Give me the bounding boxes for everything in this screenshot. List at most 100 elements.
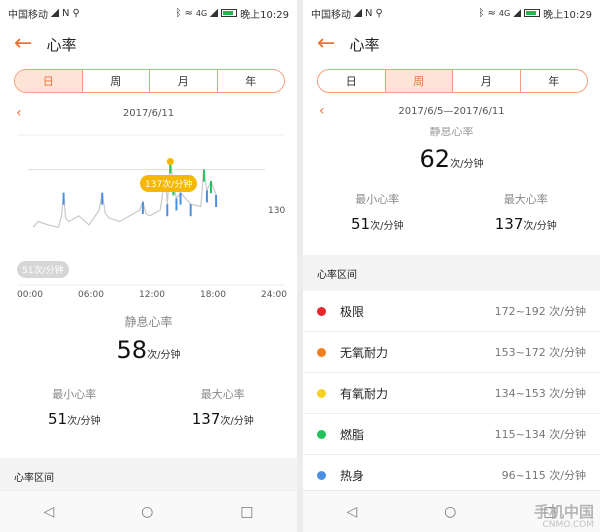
max-hr-block: 最大心率 137次/分钟 bbox=[149, 386, 298, 428]
rest-hr-block: 62次/分钟 bbox=[303, 137, 600, 173]
period-tabs: 日 周 月 年 bbox=[14, 69, 285, 93]
zone-color-dot bbox=[317, 470, 326, 480]
prev-period-icon[interactable]: ‹ bbox=[16, 105, 22, 121]
min-max-row: 最小心率 51次/分钟 最大心率 137次/分钟 bbox=[0, 386, 297, 428]
zone-range: 153~172 次/分钟 bbox=[494, 346, 586, 359]
unit-label: 次/分钟 bbox=[370, 221, 404, 232]
zone-row-aerobic[interactable]: 有氧耐力 134~153 次/分钟 bbox=[303, 373, 600, 414]
phone-day-view: 中国移动 N ⚲ ᛒ ≈ 4G 晚上10:29 ← 心率 日 周 月 年 ‹ 2… bbox=[0, 0, 297, 532]
battery-icon bbox=[524, 9, 541, 17]
clock: 晚上10:29 bbox=[543, 9, 592, 21]
nav-back-icon[interactable]: ◁ bbox=[43, 504, 54, 520]
carrier-label: 中国移动 bbox=[8, 9, 48, 21]
wifi-icon: ≈ bbox=[184, 7, 193, 19]
zone-name: 燃脂 bbox=[340, 427, 365, 442]
tab-month[interactable]: 月 bbox=[150, 70, 218, 92]
max-hr-value: 137 bbox=[494, 215, 524, 233]
network-label: 4G bbox=[195, 8, 208, 18]
signal-icon bbox=[354, 9, 362, 17]
max-point-dot bbox=[166, 158, 174, 166]
zone-color-dot bbox=[317, 388, 326, 398]
rest-hr-value: 62 bbox=[419, 145, 451, 173]
tab-week[interactable]: 周 bbox=[83, 70, 150, 92]
zone-range: 115~134 次/分钟 bbox=[494, 428, 586, 441]
min-max-row: 最小心率 51次/分钟 最大心率 137次/分钟 bbox=[303, 191, 600, 233]
tab-day[interactable]: 日 bbox=[15, 70, 83, 92]
heart-rate-chart[interactable]: 137次/分钟 51次/分钟 130 00:00 06:00 12:00 18:… bbox=[0, 125, 297, 300]
min-hr-label: 最小心率 bbox=[355, 193, 400, 206]
prev-period-icon[interactable]: ‹ bbox=[319, 103, 325, 119]
zone-range: 172~192 次/分钟 bbox=[494, 305, 586, 318]
back-arrow-icon[interactable]: ← bbox=[317, 33, 335, 55]
page-title: 心率 bbox=[46, 35, 77, 54]
tab-day[interactable]: 日 bbox=[318, 70, 386, 92]
unit-label: 次/分钟 bbox=[147, 350, 181, 361]
nav-recent-icon[interactable]: □ bbox=[240, 504, 253, 520]
x-tick: 24:00 bbox=[261, 290, 287, 300]
tab-month[interactable]: 月 bbox=[453, 70, 521, 92]
app-header: ← 心率 bbox=[303, 26, 600, 62]
tab-year[interactable]: 年 bbox=[218, 70, 285, 92]
carrier-label: 中国移动 bbox=[311, 9, 351, 21]
zone-row-fat-burn[interactable]: 燃脂 115~134 次/分钟 bbox=[303, 414, 600, 455]
zone-range: 96~115 次/分钟 bbox=[501, 469, 586, 482]
nav-home-icon[interactable]: ○ bbox=[141, 504, 153, 520]
signal-icon bbox=[51, 9, 59, 17]
zone-range: 134~153 次/分钟 bbox=[494, 387, 586, 400]
max-hr-block: 最大心率 137次/分钟 bbox=[452, 191, 600, 233]
nav-bar: ◁ ○ □ bbox=[0, 490, 297, 532]
unit-label: 次/分钟 bbox=[220, 416, 254, 427]
wifi-icon: ≈ bbox=[487, 7, 496, 19]
zone-name: 有氧耐力 bbox=[340, 386, 389, 401]
screenshot-pair: 中国移动 N ⚲ ᛒ ≈ 4G 晚上10:29 ← 心率 日 周 月 年 ‹ 2… bbox=[0, 0, 600, 532]
network-label: 4G bbox=[498, 8, 511, 18]
max-hr-label: 最大心率 bbox=[503, 193, 548, 206]
rest-hr-label-partial: 静息心率 bbox=[429, 127, 474, 137]
app-header: ← 心率 bbox=[0, 26, 297, 62]
min-hr-value: 51 bbox=[48, 410, 68, 428]
phone-week-view: 中国移动 N ⚲ ᛒ ≈ 4G 晚上10:29 ← 心率 日 周 月 年 ‹ 2… bbox=[303, 0, 600, 532]
min-hr-label: 最小心率 bbox=[52, 388, 97, 401]
zone-list: 极限 172~192 次/分钟 无氧耐力 153~172 次/分钟 有氧耐力 1… bbox=[303, 291, 600, 496]
bluetooth-icon: ᛒ bbox=[478, 7, 485, 19]
bluetooth-icon: ᛒ bbox=[175, 7, 182, 19]
date-row: ‹ 2017/6/11 bbox=[0, 101, 297, 125]
date-label: 2017/6/11 bbox=[122, 107, 175, 119]
x-tick: 12:00 bbox=[139, 290, 165, 300]
watermark: 手机中国 CNMO.COM bbox=[533, 502, 594, 530]
reference-value: 130 bbox=[268, 206, 286, 216]
zone-section-header: 心率区间 bbox=[0, 458, 297, 494]
watermark-line1: 手机中国 bbox=[533, 502, 594, 521]
min-hr-value: 51 bbox=[351, 215, 371, 233]
zone-color-dot bbox=[317, 347, 326, 357]
zone-name: 无氧耐力 bbox=[340, 345, 389, 360]
unit-label: 次/分钟 bbox=[450, 159, 484, 170]
status-bar: 中国移动 N ⚲ ᛒ ≈ 4G 晚上10:29 bbox=[303, 0, 600, 26]
nav-back-icon[interactable]: ◁ bbox=[346, 504, 357, 520]
zone-name: 热身 bbox=[340, 468, 365, 483]
zone-name: 极限 bbox=[340, 304, 365, 319]
cell-signal-icon bbox=[513, 9, 522, 17]
tab-year[interactable]: 年 bbox=[521, 70, 588, 92]
tab-week[interactable]: 周 bbox=[385, 70, 453, 92]
x-tick: 00:00 bbox=[17, 290, 43, 300]
usb-icon: ⚲ bbox=[375, 7, 383, 19]
page-title: 心率 bbox=[349, 35, 380, 54]
rest-hr-block: 静息心率 58次/分钟 bbox=[0, 295, 297, 364]
x-tick: 18:00 bbox=[200, 290, 226, 300]
nav-home-icon[interactable]: ○ bbox=[444, 504, 456, 520]
status-bar: 中国移动 N ⚲ ᛒ ≈ 4G 晚上10:29 bbox=[0, 0, 297, 26]
zone-row-limit[interactable]: 极限 172~192 次/分钟 bbox=[303, 291, 600, 332]
max-hr-value: 137 bbox=[191, 410, 221, 428]
usb-icon: ⚲ bbox=[72, 7, 80, 19]
period-tabs: 日 周 月 年 bbox=[317, 69, 588, 93]
zone-row-anaerobic[interactable]: 无氧耐力 153~172 次/分钟 bbox=[303, 332, 600, 373]
cell-signal-icon bbox=[210, 9, 219, 17]
date-row: ‹ 2017/6/5—2017/6/11 bbox=[303, 99, 600, 123]
min-value-bubble: 51次/分钟 bbox=[17, 261, 69, 278]
back-arrow-icon[interactable]: ← bbox=[14, 33, 32, 55]
clock: 晚上10:29 bbox=[240, 9, 289, 21]
min-hr-block: 最小心率 51次/分钟 bbox=[0, 386, 149, 428]
rest-hr-label: 静息心率 bbox=[124, 315, 173, 329]
nfc-icon: N bbox=[365, 7, 373, 19]
